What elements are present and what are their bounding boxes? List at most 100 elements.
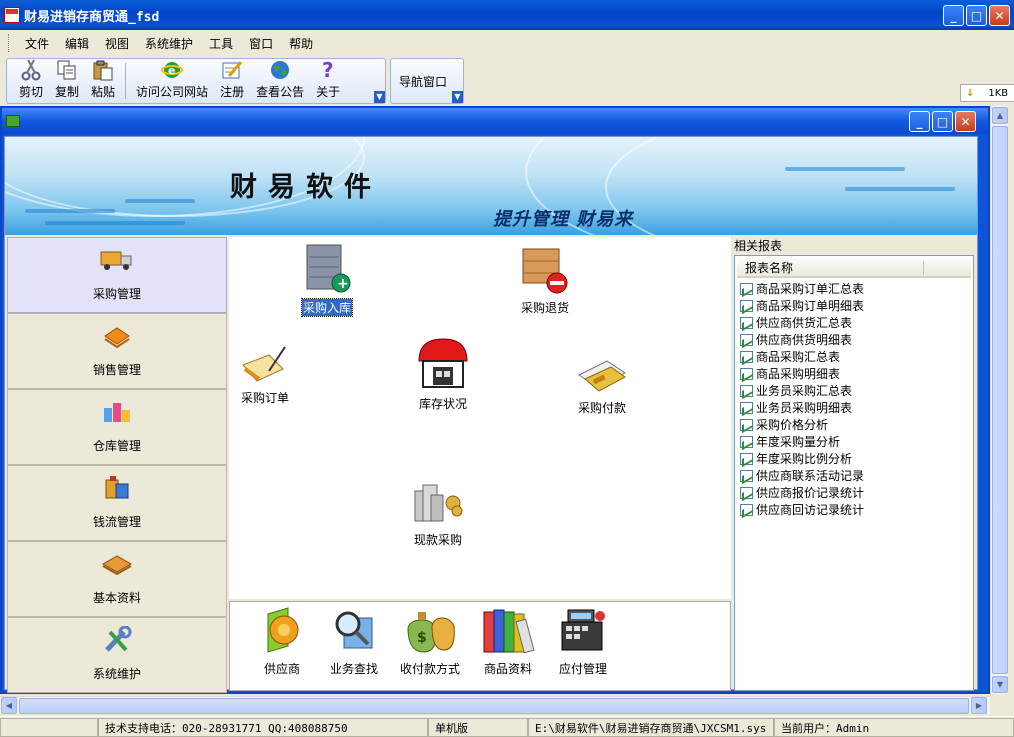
purchase-return-label: 采购退货 [520, 301, 569, 315]
nav-cashflow[interactable]: 钱流管理 [7, 465, 227, 541]
tools-icon [100, 625, 134, 655]
payment-method-button[interactable]: $ 收付款方式 [400, 606, 460, 677]
menu-tools[interactable]: 工具 [201, 35, 241, 52]
nav-window-button[interactable]: 导航窗口 [399, 73, 447, 90]
purchase-return-button[interactable]: 采购退货 [519, 243, 571, 316]
report-column-header[interactable]: 报表名称 [737, 258, 971, 278]
purchase-pay-label: 采购付款 [577, 401, 626, 415]
toolbar-chevron-icon[interactable]: ▼ [374, 91, 385, 103]
scroll-left-icon[interactable]: ◀ [1, 697, 17, 714]
menu-system[interactable]: 系统维护 [137, 35, 201, 52]
quick-access-panel: 供应商 业务查找 $ 收付款方式 商品资料 应付管理 [229, 601, 731, 691]
globe-icon [269, 59, 291, 81]
horizontal-scroll-thumb[interactable] [19, 698, 969, 714]
report-item[interactable]: 商品采购订单汇总表 [735, 280, 973, 297]
report-item[interactable]: 业务员采购汇总表 [735, 382, 973, 399]
purchase-order-button[interactable]: 采购订单 [239, 345, 291, 406]
child-window-icon[interactable] [6, 115, 20, 127]
paste-button[interactable]: 粘贴 [85, 59, 121, 103]
download-indicator[interactable]: ↓ 1KB [960, 84, 1014, 102]
report-item-label: 供应商联系活动记录 [756, 469, 865, 483]
close-button[interactable]: ✕ [989, 5, 1010, 26]
payment-method-label: 收付款方式 [400, 662, 461, 676]
status-path: E:\财易软件\财易进销存商贸通\JXCSM1.sys [528, 718, 774, 737]
about-button[interactable]: ? 关于 [310, 59, 346, 103]
svg-text:?: ? [322, 59, 334, 81]
supplier-label: 供应商 [263, 662, 300, 676]
report-item[interactable]: 供应商报价记录统计 [735, 484, 973, 501]
purchase-in-label: 采购入库 [300, 298, 354, 317]
nav-basic-data[interactable]: 基本资料 [7, 541, 227, 617]
business-search-button[interactable]: 业务查找 [330, 606, 378, 677]
supplier-icon [267, 607, 299, 653]
purchase-in-button[interactable]: + 采购入库 [300, 243, 354, 317]
stock-status-button[interactable]: 库存状况 [415, 335, 471, 412]
report-list: 报表名称 商品采购订单汇总表 商品采购订单明细表 供应商供货汇总表 供应商供货明细表商… [734, 255, 974, 691]
scissors-icon [20, 59, 42, 81]
copy-button[interactable]: 复制 [49, 59, 85, 103]
report-item-label: 商品采购订单汇总表 [756, 282, 865, 296]
report-chart-icon [740, 350, 753, 363]
menu-edit[interactable]: 编辑 [57, 35, 97, 52]
nav-toolbar-chevron-icon[interactable]: ▼ [452, 91, 463, 103]
banner-title: 财易软件 [230, 172, 382, 203]
report-item[interactable]: 商品采购汇总表 [735, 348, 973, 365]
report-chart-icon [740, 452, 753, 465]
scroll-right-icon[interactable]: ▶ [971, 697, 987, 714]
menu-window[interactable]: 窗口 [241, 35, 281, 52]
nav-purchase[interactable]: 采购管理 [7, 237, 227, 313]
report-item[interactable]: 业务员采购明细表 [735, 399, 973, 416]
cut-label: 剪切 [19, 85, 44, 99]
purchase-pay-icon [578, 360, 626, 392]
payable-management-button[interactable]: 应付管理 [556, 606, 610, 677]
payable-management-label: 应付管理 [558, 662, 607, 676]
report-item[interactable]: 采购价格分析 [735, 416, 973, 433]
register-button[interactable]: 注册 [214, 59, 250, 103]
nav-warehouse[interactable]: 仓库管理 [7, 389, 227, 465]
function-panel: + 采购入库 采购退货 采购订单 库存状况 采购付款 现款采购 [229, 237, 731, 599]
cash-purchase-button[interactable]: 现款采购 [409, 479, 467, 548]
view-notice-label: 查看公告 [256, 85, 305, 99]
menu-file[interactable]: 文件 [17, 35, 57, 52]
paste-icon [92, 59, 114, 81]
report-item[interactable]: 供应商联系活动记录 [735, 467, 973, 484]
report-chart-icon [740, 469, 753, 482]
nav-toolbar: 导航窗口 ▼ [390, 58, 464, 104]
visit-website-button[interactable]: e 访问公司网站 [130, 59, 214, 103]
report-item[interactable]: 供应商供货明细表 [735, 331, 973, 348]
purchase-pay-button[interactable]: 采购付款 [575, 353, 629, 416]
reports-title: 相关报表 [734, 239, 783, 253]
scroll-up-icon[interactable]: ▲ [992, 107, 1008, 124]
vertical-scrollbar[interactable]: ▲ ▼ [990, 106, 1008, 694]
product-info-button[interactable]: 商品资料 [480, 606, 536, 677]
horizontal-scrollbar[interactable]: ◀ ▶ [0, 696, 990, 714]
vertical-scroll-thumb[interactable] [992, 126, 1008, 674]
window-title: 财易进销存商贸通_fsd [24, 9, 160, 25]
view-notice-button[interactable]: 查看公告 [250, 59, 310, 103]
cut-button[interactable]: 剪切 [13, 59, 49, 103]
menu-grip[interactable] [8, 34, 11, 52]
scroll-down-icon[interactable]: ▼ [992, 676, 1008, 693]
paste-label: 粘贴 [91, 85, 116, 99]
supplier-button[interactable]: 供应商 [258, 606, 306, 677]
report-item[interactable]: 年度采购量分析 [735, 433, 973, 450]
child-minimize-button[interactable]: _ [909, 111, 930, 132]
truck-icon [100, 245, 134, 275]
menu-help[interactable]: 帮助 [281, 35, 321, 52]
report-item[interactable]: 供应商供货汇总表 [735, 314, 973, 331]
app-icon[interactable] [4, 7, 20, 23]
report-item[interactable]: 年度采购比例分析 [735, 450, 973, 467]
money-bags-icon: $ [407, 612, 455, 653]
nav-sales[interactable]: 销售管理 [7, 313, 227, 389]
report-item[interactable]: 供应商回访记录统计 [735, 501, 973, 518]
menu-view[interactable]: 视图 [97, 35, 137, 52]
report-item-label: 商品采购汇总表 [756, 350, 841, 364]
nav-system[interactable]: 系统维护 [7, 617, 227, 693]
child-maximize-button[interactable]: □ [932, 111, 953, 132]
report-item[interactable]: 商品采购明细表 [735, 365, 973, 382]
report-item[interactable]: 商品采购订单明细表 [735, 297, 973, 314]
child-close-button[interactable]: ✕ [955, 111, 976, 132]
minimize-button[interactable]: _ [943, 5, 964, 26]
maximize-button[interactable]: □ [966, 5, 987, 26]
child-title-bar: _ □ ✕ [2, 108, 988, 134]
